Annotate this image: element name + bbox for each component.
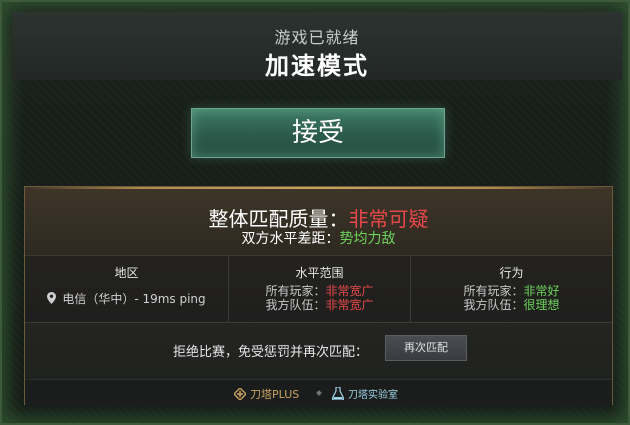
accept-button[interactable]: 接受 (191, 108, 445, 158)
skill-difference: 双方水平差距：势均力敌 (25, 228, 612, 248)
dota-plus-link[interactable]: 刀塔PLUS (234, 386, 299, 402)
flask-icon (332, 387, 344, 400)
rematch-button[interactable]: 再次匹配 (385, 335, 467, 361)
skill-range-header: 水平范围 (295, 266, 344, 280)
panel-divider (25, 187, 612, 189)
behavior-team-label: 我方队伍： (463, 298, 524, 312)
skill-difference-value: 势均力敌 (339, 231, 396, 247)
match-details-columns: 地区 电信（华中）- 19ms ping 水平范围 所有玩家：非常宽广 我方队伍… (25, 255, 612, 323)
behavior-my-team: 我方队伍：很理想 (411, 296, 612, 313)
region-column: 地区 电信（华中）- 19ms ping (25, 256, 228, 322)
footer-bar: 刀塔PLUS 刀塔实验室 (25, 379, 612, 406)
region-info: 电信（华中）- 19ms ping (25, 290, 228, 307)
behavior-header: 行为 (499, 266, 524, 280)
behavior-column: 行为 所有玩家：非常好 我方队伍：很理想 (411, 256, 612, 322)
location-pin-icon (47, 292, 57, 304)
match-found-dialog: 游戏已就绪 加速模式 接受 整体匹配质量：非常可疑 双方水平差距：势均力敌 地区… (0, 0, 630, 425)
game-mode-title: 加速模式 (265, 52, 369, 80)
ready-subtitle: 游戏已就绪 (274, 28, 360, 47)
reject-text: 拒绝比赛，免受惩罚并再次匹配： (172, 345, 368, 360)
dialog-header: 游戏已就绪 加速模式 (12, 12, 622, 80)
skill-team-label: 我方队伍： (265, 298, 326, 312)
skill-team-value: 非常宽广 (325, 298, 374, 312)
skill-range-column: 水平范围 所有玩家：非常宽广 我方队伍：非常宽广 (228, 256, 411, 322)
reject-row: 拒绝比赛，免受惩罚并再次匹配： 再次匹配 (25, 334, 612, 364)
dota-lab-label: 刀塔实验室 (348, 390, 398, 401)
footer-separator (316, 390, 322, 396)
dota-plus-label: 刀塔PLUS (250, 388, 300, 401)
skill-my-team: 我方队伍：非常宽广 (229, 296, 410, 313)
dota-plus-icon (234, 388, 246, 400)
behavior-team-value: 很理想 (523, 298, 560, 312)
region-header: 地区 (114, 266, 139, 280)
match-info-panel: 整体匹配质量：非常可疑 双方水平差距：势均力敌 地区 电信（华中）- 19ms … (24, 186, 613, 406)
skill-difference-label: 双方水平差距： (241, 231, 340, 247)
dota-lab-link[interactable]: 刀塔实验室 (332, 386, 398, 401)
region-value: 电信（华中）- 19ms ping (62, 292, 206, 306)
